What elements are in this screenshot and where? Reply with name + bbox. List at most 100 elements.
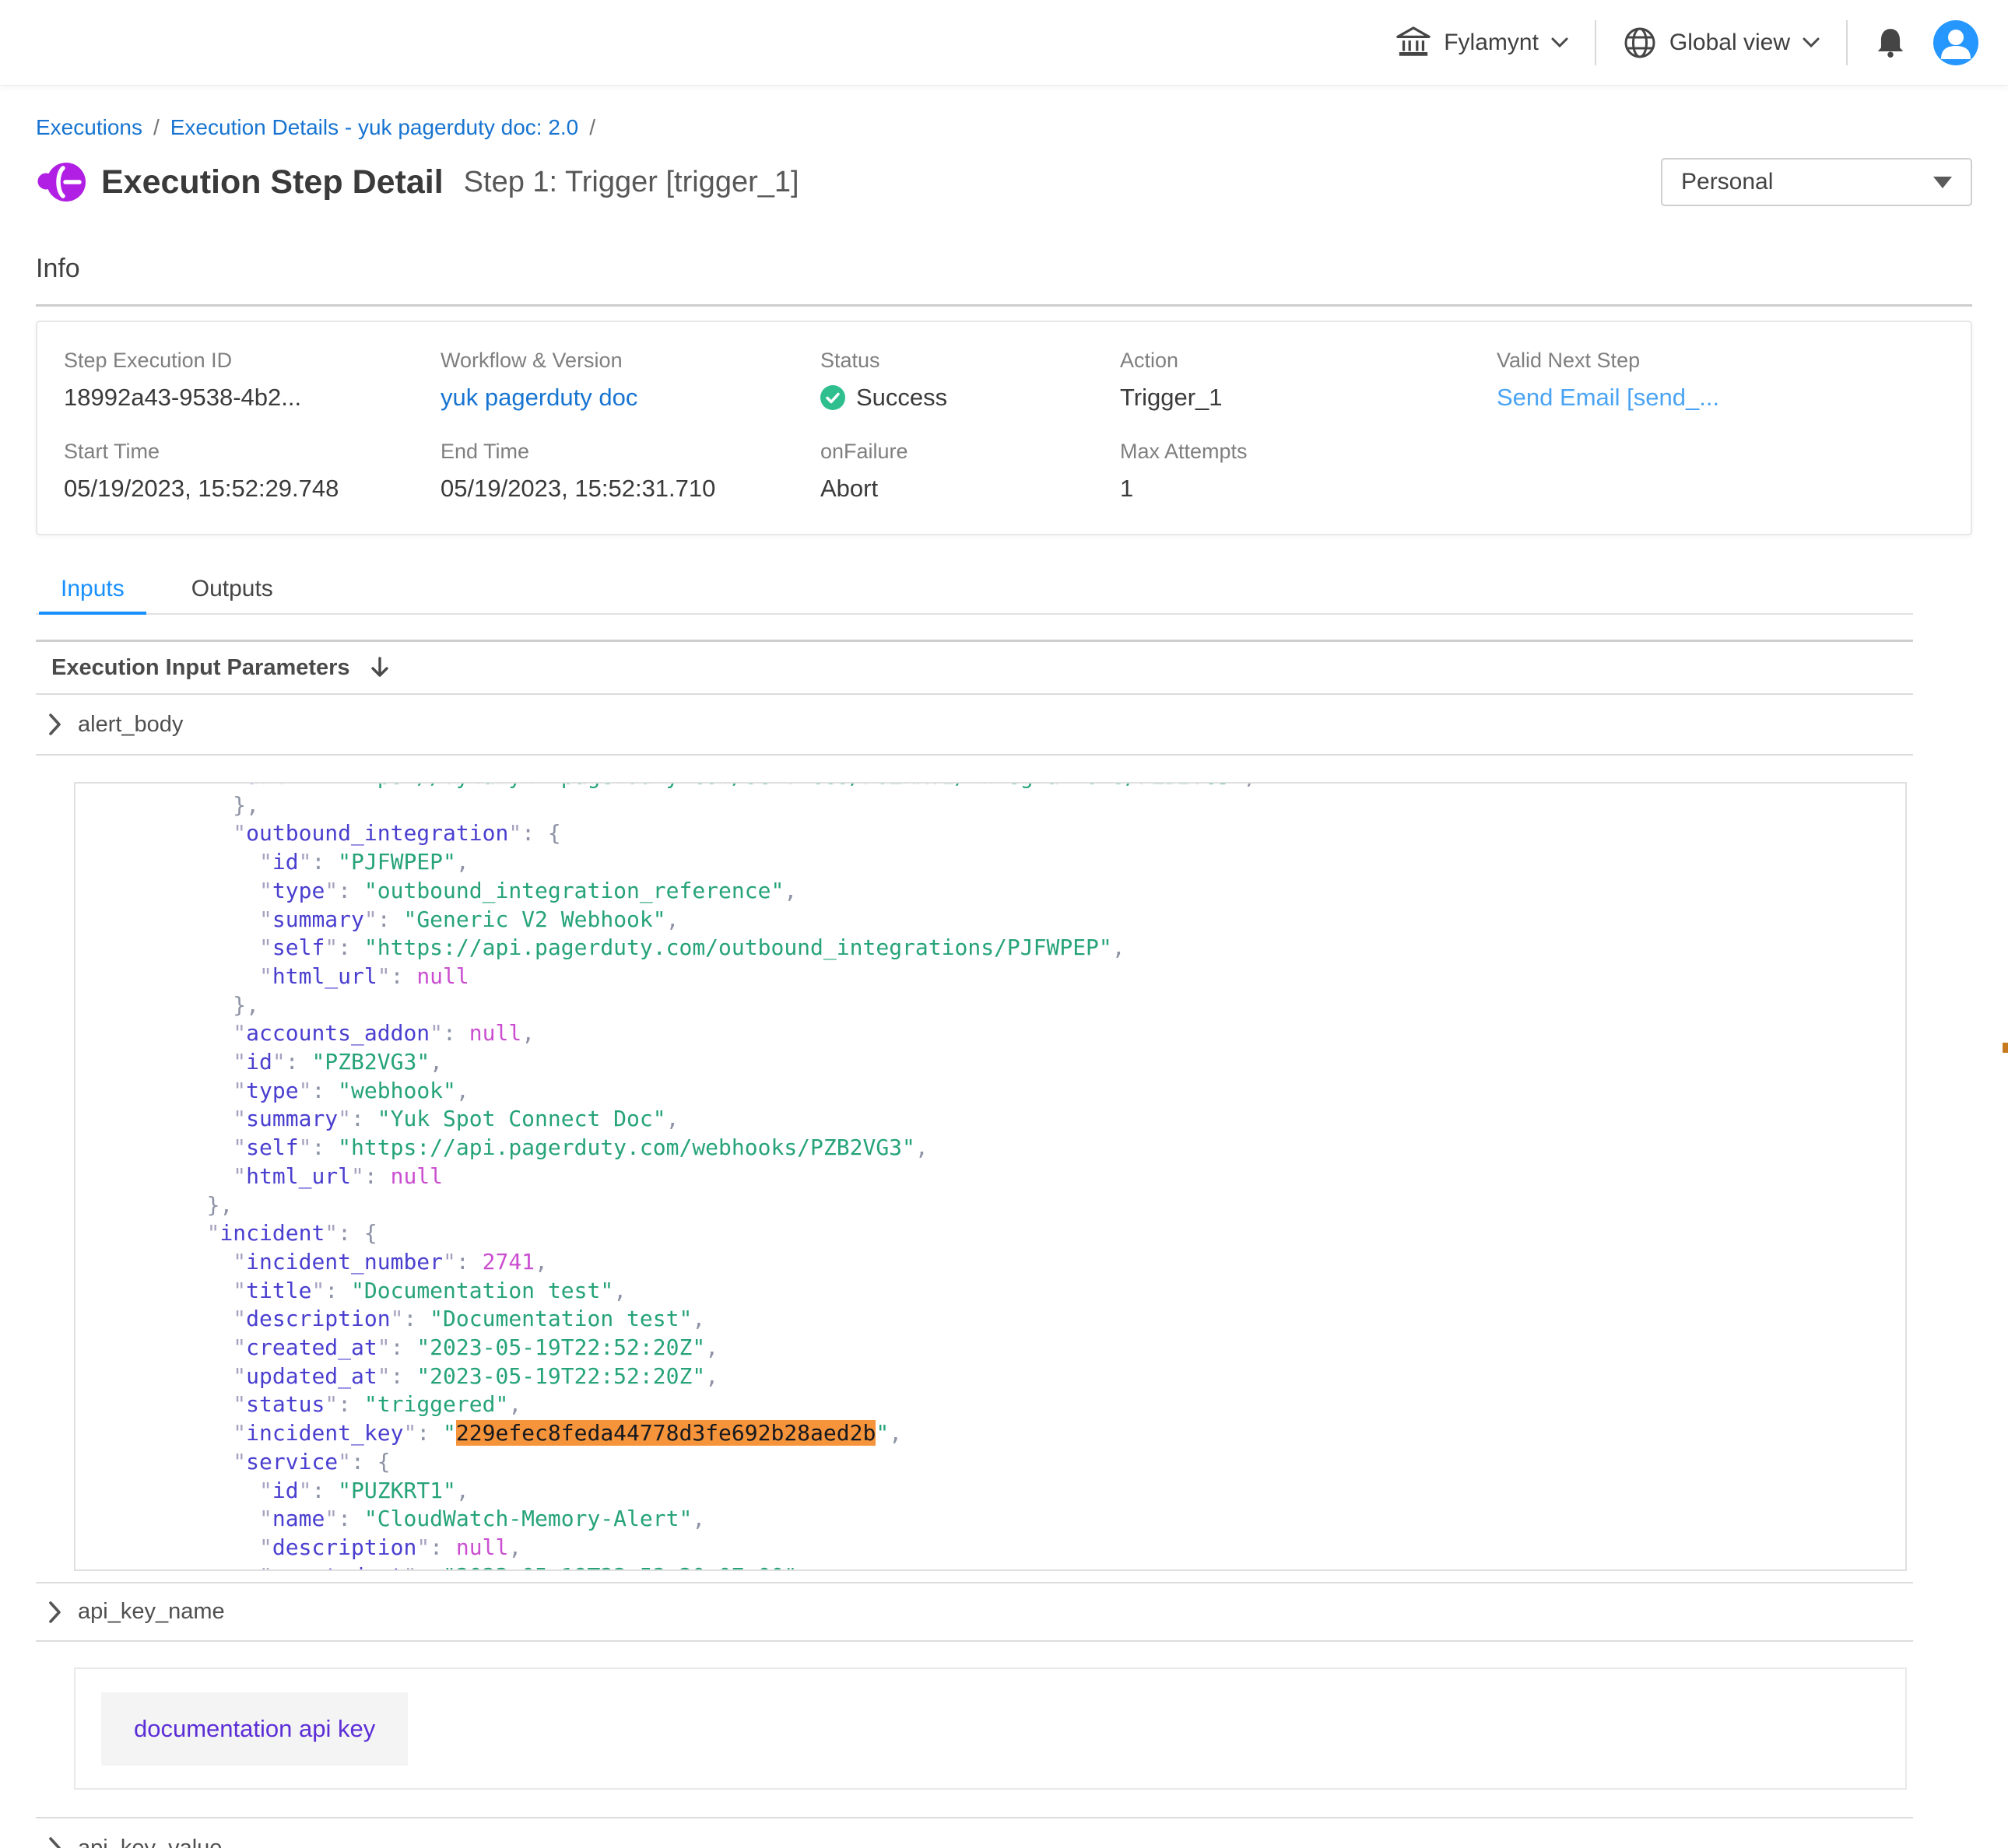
- code-line: "title": "Documentation test",: [75, 1277, 1905, 1306]
- tab-bar: Inputs Outputs: [36, 571, 1913, 615]
- api-key-name-value-panel: documentation api key: [74, 1667, 1907, 1790]
- execution-input-parameters-label: Execution Input Parameters: [51, 655, 350, 681]
- topbar: Fylamynt Global view: [0, 0, 2008, 86]
- download-arrow-icon[interactable]: [369, 657, 391, 679]
- workflow-brand-icon: [36, 157, 86, 207]
- field-max-attempts: Max Attempts 1: [1120, 440, 1497, 503]
- code-line: "self": "https://api.pagerduty.com/outbo…: [75, 934, 1905, 963]
- code-line: "created_at": "2023-05-19T22:52:20-07:00…: [75, 1562, 1905, 1571]
- param-row-alert-body[interactable]: alert_body: [36, 695, 1913, 756]
- info-section-heading: Info: [36, 254, 1972, 284]
- field-action: Action Trigger_1: [1120, 349, 1497, 412]
- chevron-right-icon: [48, 1601, 62, 1624]
- chevron-down-icon: [1803, 37, 1820, 48]
- workflow-link[interactable]: yuk pagerduty doc: [441, 384, 820, 412]
- code-line: "type": "outbound_integration_reference"…: [75, 877, 1905, 906]
- param-label-api-key-name: api_key_name: [78, 1599, 225, 1625]
- field-onfailure: onFailure Abort: [820, 440, 1120, 503]
- page-subtitle: Step 1: Trigger [trigger_1]: [464, 166, 799, 199]
- globe-icon: [1623, 26, 1657, 60]
- code-line: "html_url": null: [75, 1162, 1905, 1191]
- tab-inputs[interactable]: Inputs: [39, 571, 146, 615]
- field-start-time: Start Time 05/19/2023, 15:52:29.748: [64, 440, 441, 503]
- field-step-execution-id: Step Execution ID 18992a43-9538-4b2...: [64, 349, 441, 412]
- main-content: Executions / Execution Details - yuk pag…: [0, 115, 2008, 1848]
- code-line: "description": null,: [75, 1534, 1905, 1562]
- code-line: "description": "Documentation test",: [75, 1305, 1905, 1334]
- status-badge: Success: [856, 384, 947, 412]
- page-header: Execution Step Detail Step 1: Trigger [t…: [36, 157, 1972, 207]
- section-divider: [36, 304, 1972, 307]
- tab-outputs[interactable]: Outputs: [170, 571, 295, 613]
- bank-icon: [1395, 26, 1431, 60]
- max-attempts-value: 1: [1120, 475, 1497, 503]
- scrollbar-highlight-marker: [2003, 1043, 2008, 1053]
- scope-select[interactable]: Personal: [1661, 158, 1972, 206]
- code-line: "service": {: [75, 1448, 1905, 1477]
- field-end-time: End Time 05/19/2023, 15:52:31.710: [441, 440, 820, 503]
- select-caret-icon: [1933, 177, 1952, 188]
- param-row-api-key-name[interactable]: api_key_name: [36, 1583, 1913, 1642]
- search-highlight: 229efec8feda44778d3fe692b28aed2b: [456, 1420, 876, 1446]
- onfailure-value: Abort: [820, 475, 1120, 503]
- chevron-right-icon: [48, 713, 62, 736]
- execution-input-parameters-header: Execution Input Parameters: [36, 642, 1913, 695]
- code-line: "url": "https://fylamynt.pagerduty.com/s…: [75, 782, 1905, 791]
- topbar-divider: [1595, 20, 1596, 65]
- notifications-button[interactable]: [1874, 26, 1907, 59]
- view-label: Global view: [1669, 30, 1790, 56]
- step-execution-id-value: 18992a43-9538-4b2...: [64, 384, 441, 412]
- valid-next-step-link[interactable]: Send Email [send_...: [1497, 384, 1971, 412]
- topbar-divider: [1846, 20, 1848, 65]
- code-line: "id": "PUZKRT1",: [75, 1477, 1905, 1506]
- page-title: Execution Step Detail: [101, 163, 444, 202]
- org-label: Fylamynt: [1444, 30, 1539, 56]
- code-line: "name": "CloudWatch-Memory-Alert",: [75, 1505, 1905, 1534]
- code-line: "updated_at": "2023-05-19T22:52:20Z",: [75, 1362, 1905, 1391]
- field-workflow-version: Workflow & Version yuk pagerduty doc: [441, 349, 820, 412]
- code-line: "outbound_integration": {: [75, 819, 1905, 848]
- code-line: "summary": "Generic V2 Webhook",: [75, 906, 1905, 935]
- code-line: "id": "PJFWPEP",: [75, 848, 1905, 877]
- end-time-value: 05/19/2023, 15:52:31.710: [441, 475, 820, 503]
- field-status: Status Success: [820, 349, 1120, 412]
- field-empty: [1497, 440, 1971, 503]
- success-check-icon: [820, 385, 845, 410]
- code-line: "created_at": "2023-05-19T22:52:20Z",: [75, 1334, 1905, 1362]
- action-value: Trigger_1: [1120, 384, 1497, 412]
- info-card: Step Execution ID 18992a43-9538-4b2... W…: [36, 321, 1972, 535]
- org-dropdown[interactable]: Fylamynt: [1395, 26, 1568, 60]
- code-line: "incident_number": 2741,: [75, 1248, 1905, 1277]
- param-label-alert-body: alert_body: [78, 712, 183, 738]
- code-line: "summary": "Yuk Spot Connect Doc",: [75, 1105, 1905, 1134]
- param-label-api-key-value: api_key_value: [78, 1836, 222, 1848]
- field-valid-next-step: Valid Next Step Send Email [send_...: [1497, 349, 1971, 412]
- breadcrumb-separator: /: [153, 115, 160, 140]
- code-line: "html_url": null: [75, 963, 1905, 991]
- code-line: "self": "https://api.pagerduty.com/webho…: [75, 1134, 1905, 1162]
- start-time-value: 05/19/2023, 15:52:29.748: [64, 475, 441, 503]
- json-code-block[interactable]: "url": "https://fylamynt.pagerduty.com/s…: [74, 782, 1907, 1571]
- scope-select-value: Personal: [1681, 169, 1773, 195]
- code-line: "type": "webhook",: [75, 1077, 1905, 1106]
- code-line: },: [75, 1191, 1905, 1220]
- view-dropdown[interactable]: Global view: [1623, 26, 1820, 60]
- code-line: "incident": {: [75, 1219, 1905, 1248]
- json-code-lines: "url": "https://fylamynt.pagerduty.com/s…: [75, 782, 1905, 1571]
- param-row-api-key-value[interactable]: api_key_value: [36, 1818, 1913, 1848]
- code-line: "incident_key": "229efec8feda44778d3fe69…: [75, 1419, 1905, 1448]
- breadcrumb-separator: /: [589, 115, 595, 140]
- code-line: "id": "PZB2VG3",: [75, 1048, 1905, 1077]
- code-line: },: [75, 791, 1905, 820]
- avatar[interactable]: [1933, 20, 1978, 65]
- code-line: "status": "triggered",: [75, 1390, 1905, 1419]
- code-line: },: [75, 991, 1905, 1020]
- api-key-name-chip: documentation api key: [101, 1692, 408, 1766]
- code-line: "accounts_addon": null,: [75, 1019, 1905, 1048]
- breadcrumb-link-execution-details[interactable]: Execution Details - yuk pagerduty doc: 2…: [170, 115, 579, 140]
- breadcrumb: Executions / Execution Details - yuk pag…: [36, 115, 1972, 140]
- chevron-right-icon: [48, 1836, 62, 1848]
- bell-icon: [1874, 26, 1907, 59]
- chevron-down-icon: [1551, 37, 1568, 48]
- breadcrumb-link-executions[interactable]: Executions: [36, 115, 142, 140]
